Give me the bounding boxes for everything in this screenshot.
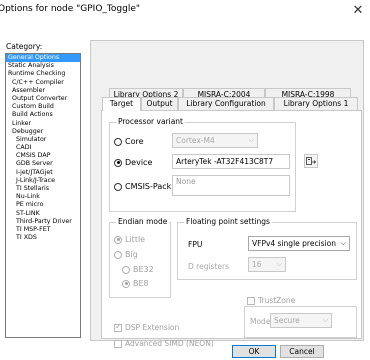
category-item[interactable]: Debugger [6, 128, 80, 136]
category-item[interactable]: Nu-Link [6, 193, 80, 201]
chevron-down-icon: ⌵ [322, 316, 328, 324]
category-item[interactable]: Runtime Checking [6, 70, 80, 78]
category-list[interactable]: General Options Static Analysis Runtime Ch… [5, 53, 81, 338]
category-item[interactable]: CADI [6, 144, 80, 152]
little-radio-dot [114, 235, 122, 244]
cmsis-pack-label: CMSIS-Pack [125, 182, 172, 191]
category-item[interactable]: Simulator [6, 136, 80, 144]
floating-point-title: Floating point settings [184, 217, 272, 226]
advanced-simd-label: Advanced SIMD (NEON) [125, 339, 214, 348]
trustzone-label: TrustZone [258, 296, 296, 305]
category-item[interactable]: TI XDS [6, 234, 80, 242]
processor-variant-title: Processor variant [116, 117, 185, 126]
target-page: Processor variant Core Cortex-M4 ⌵ Devic… [101, 110, 362, 348]
core-select[interactable]: Cortex-M4 ⌵ [172, 133, 258, 148]
little-radio[interactable]: Little [114, 235, 145, 244]
category-item[interactable]: Assembler [6, 87, 80, 95]
tab-target[interactable]: Target [102, 97, 141, 111]
ok-button[interactable]: OK [232, 345, 276, 358]
core-label: Core [125, 137, 144, 146]
fpu-value: VFPv4 single precision [252, 239, 336, 248]
category-item[interactable]: TI Stellaris [6, 185, 80, 193]
dsp-extension-label: DSP Extension [125, 323, 180, 332]
trustzone-checkbox[interactable]: TrustZone [245, 296, 298, 305]
category-item[interactable]: Linker [6, 120, 80, 128]
core-value: Cortex-M4 [176, 136, 215, 145]
category-item[interactable]: Output Converter [6, 95, 80, 103]
device-label: Device [125, 158, 153, 167]
trustzone-box [247, 296, 255, 305]
title-bar: Options for node "GPIO_Toggle" ✕ [0, 0, 370, 24]
device-browse-button[interactable] [304, 154, 318, 168]
core-radio[interactable]: Core [114, 137, 144, 146]
be8-radio[interactable]: BE8 [122, 279, 149, 288]
trustzone-mode-value: Secure [274, 316, 300, 325]
device-value: ArteryTek -AT32F413C8T7 [176, 157, 274, 166]
cancel-button[interactable]: Cancel [280, 345, 324, 358]
category-label: Category: [6, 42, 43, 51]
category-item[interactable]: Static Analysis [6, 62, 80, 70]
options-panel: Library Options 2 MISRA-C:2004 MISRA-C:1… [90, 40, 364, 348]
category-item[interactable]: CMSIS DAP [6, 152, 80, 160]
category-item[interactable]: C/C++ Compiler [6, 79, 80, 87]
d-registers-select[interactable]: 16 ⌵ [248, 257, 286, 272]
category-item[interactable]: Build Actions [6, 111, 80, 119]
tab-library-options-1[interactable]: Library Options 1 [274, 97, 358, 110]
cmsis-pack-radio-dot [114, 182, 122, 191]
trustzone-mode-select[interactable]: Secure ⌵ [270, 313, 332, 328]
big-radio-dot [114, 250, 122, 259]
be32-label: BE32 [133, 265, 154, 274]
window-title: Options for node "GPIO_Toggle" [0, 4, 141, 14]
be8-radio-dot [122, 279, 130, 288]
fpu-select[interactable]: VFPv4 single precision ⌵ [248, 236, 350, 251]
dsp-extension-box [114, 322, 122, 332]
be32-radio-dot [122, 265, 130, 274]
endian-mode-title: Endian mode [116, 217, 170, 226]
big-label: Big [125, 250, 138, 259]
category-item[interactable]: I-jet/JTAGjet [6, 169, 80, 177]
device-browse-icon [306, 156, 316, 165]
core-radio-dot [114, 137, 122, 146]
mode-label: Mode [250, 317, 271, 326]
cmsis-pack-field[interactable]: None [172, 175, 290, 196]
tab-library-configuration[interactable]: Library Configuration [178, 97, 274, 110]
advanced-simd-box [114, 339, 122, 348]
fpu-label: FPU [188, 240, 203, 249]
little-label: Little [125, 235, 146, 244]
big-radio[interactable]: Big [114, 250, 138, 259]
be32-radio[interactable]: BE32 [122, 265, 154, 274]
chevron-down-icon: ⌵ [276, 260, 282, 268]
chevron-down-icon: ⌵ [340, 239, 346, 247]
category-item[interactable]: J-Link/J-Trace [6, 177, 80, 185]
tab-row-front: Target Output Library Configuration Libr… [102, 97, 358, 111]
tab-output[interactable]: Output [141, 97, 178, 110]
be8-label: BE8 [133, 279, 149, 288]
device-field[interactable]: ArteryTek -AT32F413C8T7 [172, 154, 290, 169]
category-item[interactable]: ST-LINK [6, 210, 80, 218]
category-item[interactable]: Custom Build [6, 103, 80, 111]
device-radio[interactable]: Device [114, 158, 152, 167]
device-radio-dot [114, 158, 122, 167]
category-item[interactable]: General Options [6, 54, 80, 63]
close-icon[interactable]: ✕ [350, 3, 366, 19]
cmsis-pack-radio[interactable]: CMSIS-Pack [114, 182, 171, 191]
chevron-down-icon: ⌵ [248, 136, 254, 144]
dsp-extension-checkbox[interactable]: DSP Extension [114, 322, 180, 332]
category-item[interactable]: PE micro [6, 201, 80, 209]
cmsis-pack-value: None [176, 177, 196, 186]
category-item[interactable]: Third-Party Driver [6, 218, 80, 226]
advanced-simd-checkbox[interactable]: Advanced SIMD (NEON) [114, 339, 214, 348]
category-item[interactable]: GDB Server [6, 160, 80, 168]
category-item[interactable]: TI MSP-FET [6, 226, 80, 234]
d-registers-label: D registers [188, 262, 229, 271]
d-registers-value: 16 [252, 260, 262, 269]
